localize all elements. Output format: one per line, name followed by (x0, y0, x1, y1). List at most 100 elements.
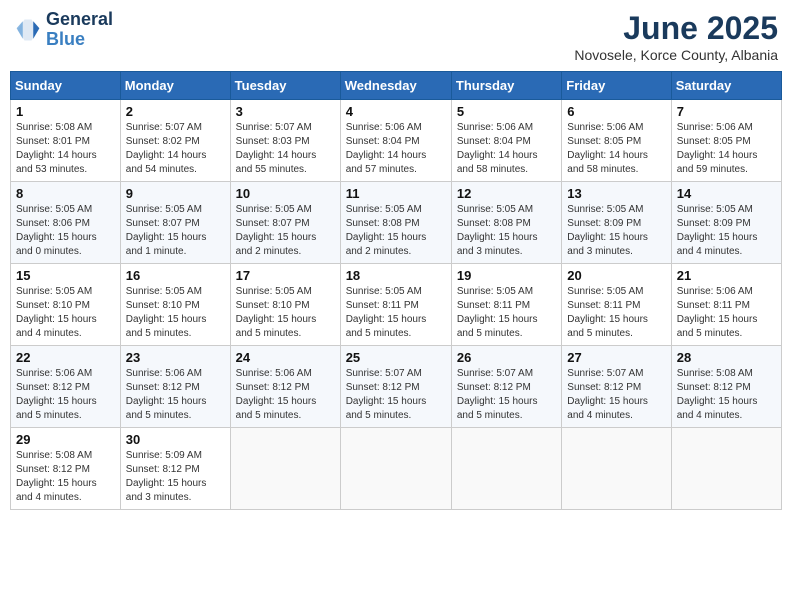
calendar-cell: 5Sunrise: 5:06 AM Sunset: 8:04 PM Daylig… (451, 100, 561, 182)
calendar-week-row: 22 Sunrise: 5:06 AM Sunset: 8:12 PM Dayli… (11, 346, 782, 428)
day-info: Sunrise: 5:06 AM Sunset: 8:11 PM Dayligh… (677, 285, 776, 341)
day-info: Sunrise: 5:07 AM Sunset: 8:12 PM Dayligh… (567, 367, 665, 423)
location-title: Novosele, Korce County, Albania (574, 47, 778, 63)
weekday-header-tuesday: Tuesday (230, 72, 340, 100)
calendar-week-row: 15Sunrise: 5:05 AM Sunset: 8:10 PM Dayli… (11, 264, 782, 346)
day-number: 2 (126, 104, 225, 119)
day-info: Sunrise: 5:05 AM Sunset: 8:06 PM Dayligh… (16, 203, 115, 259)
day-info: Sunrise: 5:06 AM Sunset: 8:05 PM Dayligh… (677, 121, 776, 177)
day-info: Sunrise: 5:09 AM Sunset: 8:12 PM Dayligh… (126, 449, 225, 505)
day-number: 8 (16, 186, 115, 201)
day-info: Sunrise: 5:08 AM Sunset: 8:01 PM Dayligh… (16, 121, 115, 177)
day-info: Sunrise: 5:05 AM Sunset: 8:11 PM Dayligh… (346, 285, 446, 341)
day-number: 19 (457, 268, 556, 283)
day-info: Sunrise: 5:07 AM Sunset: 8:03 PM Dayligh… (236, 121, 335, 177)
day-number: 28 (677, 350, 776, 365)
day-info: Sunrise: 5:06 AM Sunset: 8:12 PM Dayligh… (16, 367, 115, 423)
calendar-cell: 20 Sunrise: 5:05 AM Sunset: 8:11 PM Dayli… (562, 264, 671, 346)
calendar-cell (671, 428, 781, 510)
calendar-week-row: 29Sunrise: 5:08 AM Sunset: 8:12 PM Dayli… (11, 428, 782, 510)
day-info: Sunrise: 5:06 AM Sunset: 8:12 PM Dayligh… (126, 367, 225, 423)
calendar-cell: 2 Sunrise: 5:07 AM Sunset: 8:02 PM Daylig… (120, 100, 230, 182)
day-info: Sunrise: 5:05 AM Sunset: 8:07 PM Dayligh… (126, 203, 225, 259)
day-number: 14 (677, 186, 776, 201)
calendar-cell: 18 Sunrise: 5:05 AM Sunset: 8:11 PM Dayli… (340, 264, 451, 346)
day-number: 22 (16, 350, 115, 365)
calendar-cell: 29Sunrise: 5:08 AM Sunset: 8:12 PM Dayli… (11, 428, 121, 510)
calendar-cell: 14Sunrise: 5:05 AM Sunset: 8:09 PM Dayli… (671, 182, 781, 264)
calendar-cell: 10 Sunrise: 5:05 AM Sunset: 8:07 PM Dayli… (230, 182, 340, 264)
calendar-table: SundayMondayTuesdayWednesdayThursdayFrid… (10, 71, 782, 510)
weekday-header-monday: Monday (120, 72, 230, 100)
day-number: 29 (16, 432, 115, 447)
calendar-cell: 9 Sunrise: 5:05 AM Sunset: 8:07 PM Daylig… (120, 182, 230, 264)
calendar-cell (451, 428, 561, 510)
day-number: 25 (346, 350, 446, 365)
month-title: June 2025 (574, 10, 778, 47)
calendar-cell: 21 Sunrise: 5:06 AM Sunset: 8:11 PM Dayli… (671, 264, 781, 346)
day-info: Sunrise: 5:06 AM Sunset: 8:05 PM Dayligh… (567, 121, 665, 177)
weekday-header-thursday: Thursday (451, 72, 561, 100)
day-info: Sunrise: 5:05 AM Sunset: 8:10 PM Dayligh… (236, 285, 335, 341)
day-number: 17 (236, 268, 335, 283)
day-number: 11 (346, 186, 446, 201)
day-info: Sunrise: 5:06 AM Sunset: 8:12 PM Dayligh… (236, 367, 335, 423)
weekday-header-wednesday: Wednesday (340, 72, 451, 100)
calendar-cell: 28 Sunrise: 5:08 AM Sunset: 8:12 PM Dayli… (671, 346, 781, 428)
calendar-cell: 11 Sunrise: 5:05 AM Sunset: 8:08 PM Dayli… (340, 182, 451, 264)
day-info: Sunrise: 5:05 AM Sunset: 8:10 PM Dayligh… (16, 285, 115, 341)
day-number: 20 (567, 268, 665, 283)
calendar-cell (340, 428, 451, 510)
weekday-header-saturday: Saturday (671, 72, 781, 100)
day-number: 6 (567, 104, 665, 119)
day-info: Sunrise: 5:05 AM Sunset: 8:08 PM Dayligh… (457, 203, 556, 259)
calendar-cell: 25 Sunrise: 5:07 AM Sunset: 8:12 PM Dayli… (340, 346, 451, 428)
calendar-cell: 4Sunrise: 5:06 AM Sunset: 8:04 PM Daylig… (340, 100, 451, 182)
calendar-cell: 3 Sunrise: 5:07 AM Sunset: 8:03 PM Daylig… (230, 100, 340, 182)
calendar-cell: 17 Sunrise: 5:05 AM Sunset: 8:10 PM Dayli… (230, 264, 340, 346)
calendar-week-row: 8 Sunrise: 5:05 AM Sunset: 8:06 PM Daylig… (11, 182, 782, 264)
calendar-header-row: SundayMondayTuesdayWednesdayThursdayFrid… (11, 72, 782, 100)
day-info: Sunrise: 5:08 AM Sunset: 8:12 PM Dayligh… (677, 367, 776, 423)
calendar-cell: 1 Sunrise: 5:08 AM Sunset: 8:01 PM Daylig… (11, 100, 121, 182)
calendar-cell: 6 Sunrise: 5:06 AM Sunset: 8:05 PM Daylig… (562, 100, 671, 182)
day-info: Sunrise: 5:05 AM Sunset: 8:08 PM Dayligh… (346, 203, 446, 259)
calendar-cell: 15Sunrise: 5:05 AM Sunset: 8:10 PM Dayli… (11, 264, 121, 346)
logo-icon (14, 16, 42, 44)
calendar-cell: 13 Sunrise: 5:05 AM Sunset: 8:09 PM Dayli… (562, 182, 671, 264)
day-number: 30 (126, 432, 225, 447)
day-info: Sunrise: 5:05 AM Sunset: 8:11 PM Dayligh… (457, 285, 556, 341)
day-number: 18 (346, 268, 446, 283)
day-info: Sunrise: 5:05 AM Sunset: 8:07 PM Dayligh… (236, 203, 335, 259)
calendar-cell: 23 Sunrise: 5:06 AM Sunset: 8:12 PM Dayli… (120, 346, 230, 428)
day-info: Sunrise: 5:06 AM Sunset: 8:04 PM Dayligh… (457, 121, 556, 177)
day-info: Sunrise: 5:07 AM Sunset: 8:02 PM Dayligh… (126, 121, 225, 177)
day-info: Sunrise: 5:07 AM Sunset: 8:12 PM Dayligh… (346, 367, 446, 423)
weekday-header-sunday: Sunday (11, 72, 121, 100)
calendar-cell (230, 428, 340, 510)
calendar-cell: 30 Sunrise: 5:09 AM Sunset: 8:12 PM Dayli… (120, 428, 230, 510)
day-number: 23 (126, 350, 225, 365)
day-info: Sunrise: 5:05 AM Sunset: 8:09 PM Dayligh… (567, 203, 665, 259)
day-info: Sunrise: 5:05 AM Sunset: 8:11 PM Dayligh… (567, 285, 665, 341)
logo: GeneralBlue (14, 10, 113, 50)
calendar-cell: 26 Sunrise: 5:07 AM Sunset: 8:12 PM Dayli… (451, 346, 561, 428)
day-number: 3 (236, 104, 335, 119)
page-header: GeneralBlue June 2025 Novosele, Korce Co… (10, 10, 782, 63)
day-number: 24 (236, 350, 335, 365)
calendar-cell: 24 Sunrise: 5:06 AM Sunset: 8:12 PM Dayli… (230, 346, 340, 428)
calendar-week-row: 1 Sunrise: 5:08 AM Sunset: 8:01 PM Daylig… (11, 100, 782, 182)
day-number: 27 (567, 350, 665, 365)
logo-text: GeneralBlue (46, 10, 113, 50)
day-number: 21 (677, 268, 776, 283)
day-info: Sunrise: 5:06 AM Sunset: 8:04 PM Dayligh… (346, 121, 446, 177)
day-number: 1 (16, 104, 115, 119)
day-number: 26 (457, 350, 556, 365)
day-number: 16 (126, 268, 225, 283)
day-info: Sunrise: 5:07 AM Sunset: 8:12 PM Dayligh… (457, 367, 556, 423)
weekday-header-friday: Friday (562, 72, 671, 100)
day-number: 10 (236, 186, 335, 201)
day-number: 12 (457, 186, 556, 201)
day-number: 9 (126, 186, 225, 201)
day-number: 13 (567, 186, 665, 201)
